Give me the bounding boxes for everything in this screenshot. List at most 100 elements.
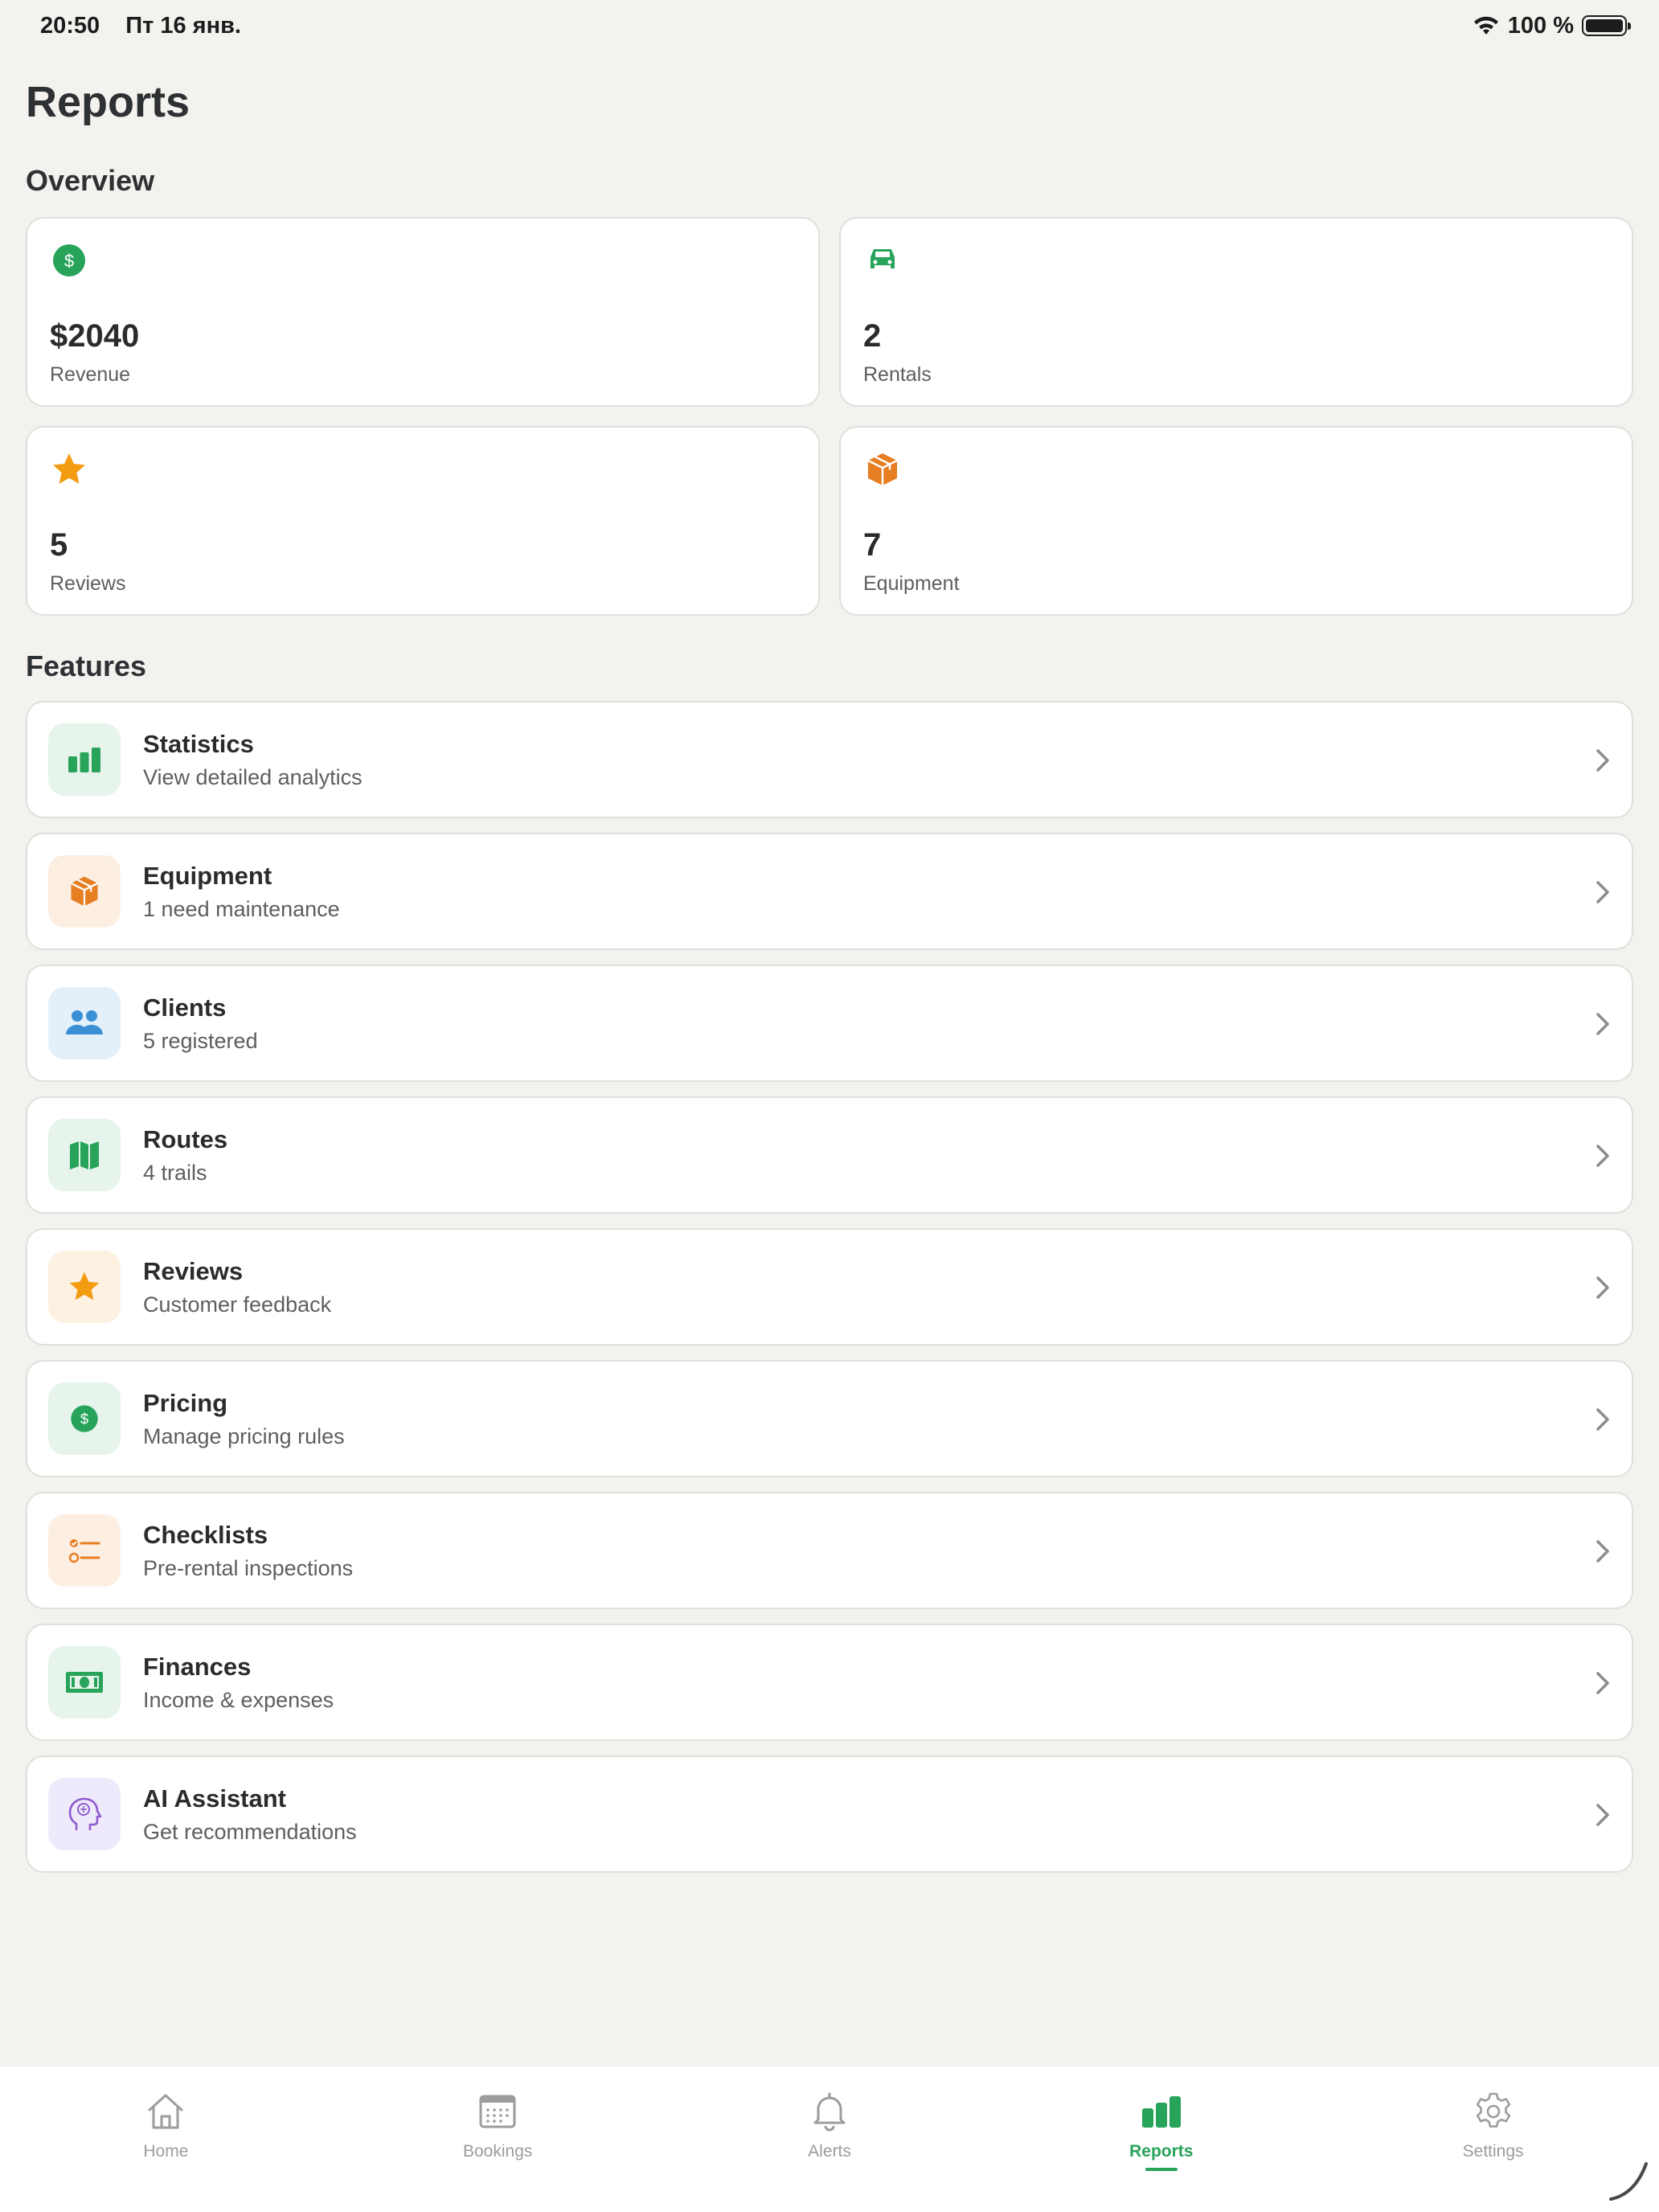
feature-subtitle: Get recommendations [143, 1820, 357, 1844]
feature-row-checklists[interactable]: Checklists Pre-rental inspections [26, 1492, 1633, 1609]
feature-icon-box [48, 1119, 121, 1191]
feature-icon-box [48, 1778, 121, 1850]
corner-gesture-indicator [1609, 2162, 1648, 2201]
star-icon [69, 1272, 100, 1301]
stat-value: $2040 [50, 318, 140, 354]
dollar-circle-icon: $ [71, 1405, 98, 1432]
tab-label: Home [143, 2142, 189, 2161]
feature-title: Routes [143, 1125, 228, 1153]
tab-label: Bookings [463, 2142, 533, 2161]
tab-home[interactable]: Home [0, 2067, 332, 2212]
feature-subtitle: View detailed analytics [143, 765, 363, 789]
feature-title: Pricing [143, 1389, 228, 1417]
feature-icon-box [48, 855, 121, 928]
feature-icon-box [48, 987, 121, 1059]
status-bar: 20:50 Пт 16 янв. 100 % [0, 0, 1659, 51]
feature-title: Clients [143, 993, 227, 1022]
chevron-right-icon [1596, 1145, 1609, 1167]
tab-reports[interactable]: Reports [995, 2067, 1327, 2212]
home-icon [148, 2094, 183, 2129]
bar-chart-icon [68, 748, 100, 772]
stat-card-rentals[interactable]: 2 Rentals [839, 217, 1633, 407]
banknote-icon [66, 1672, 103, 1693]
tab-label: Alerts [808, 2142, 851, 2161]
feature-row-pricing[interactable]: $ Pricing Manage pricing rules [26, 1360, 1633, 1477]
tab-alerts[interactable]: Alerts [664, 2067, 996, 2212]
brain-head-icon [68, 1797, 102, 1830]
gear-icon [1476, 2092, 1510, 2128]
stat-value: 7 [863, 527, 882, 563]
box-icon [867, 453, 898, 485]
feature-row-clients[interactable]: Clients 5 registered [26, 965, 1633, 1082]
stat-label: Revenue [50, 363, 131, 386]
stat-card-reviews[interactable]: 5 Reviews [26, 426, 820, 616]
feature-row-equipment[interactable]: Equipment 1 need maintenance [26, 833, 1633, 950]
chevron-right-icon [1596, 1672, 1609, 1694]
status-date: Пт 16 янв. [125, 12, 241, 39]
stat-label: Rentals [863, 363, 932, 386]
box-icon [70, 876, 99, 907]
feature-title: Finances [143, 1653, 252, 1681]
stat-value: 5 [50, 527, 68, 563]
chevron-right-icon [1596, 1408, 1609, 1431]
map-icon [70, 1141, 99, 1169]
battery-icon [1582, 15, 1631, 36]
tab-bookings[interactable]: Bookings [332, 2067, 664, 2212]
feature-subtitle: 1 need maintenance [143, 897, 340, 921]
svg-text:$: $ [64, 251, 74, 271]
feature-subtitle: 4 trails [143, 1161, 207, 1185]
chevron-right-icon [1596, 749, 1609, 772]
feature-subtitle: Customer feedback [143, 1292, 332, 1317]
feature-row-statistics[interactable]: Statistics View detailed analytics [26, 701, 1633, 818]
feature-row-finances[interactable]: Finances Income & expenses [26, 1624, 1633, 1741]
calendar-icon [479, 2095, 516, 2128]
features-heading: Features [26, 649, 147, 682]
stat-label: Equipment [863, 572, 960, 595]
tab-label: Settings [1462, 2142, 1524, 2161]
chevron-right-icon [1596, 1276, 1609, 1299]
feature-title: Checklists [143, 1521, 268, 1549]
feature-subtitle: Pre-rental inspections [143, 1556, 354, 1580]
people-icon [66, 1010, 103, 1034]
bar-chart-icon [1141, 2096, 1181, 2128]
status-left: 20:50 Пт 16 янв. [40, 13, 260, 39]
wifi-icon [1473, 16, 1498, 35]
feature-subtitle: 5 registered [143, 1029, 258, 1053]
overview-grid: $ $2040 Revenue 2 Rentals 5 Reviews 7 Eq… [26, 217, 1633, 616]
bell-icon [813, 2092, 846, 2132]
dollar-circle-icon: $ [53, 244, 85, 276]
chevron-right-icon [1596, 1013, 1609, 1035]
feature-title: AI Assistant [143, 1784, 287, 1813]
tab-label: Reports [1129, 2142, 1194, 2161]
feature-subtitle: Manage pricing rules [143, 1424, 345, 1448]
battery-percent: 100 % [1507, 12, 1574, 39]
overview-heading: Overview [26, 164, 155, 197]
feature-title: Reviews [143, 1257, 244, 1285]
feature-icon-box [48, 723, 121, 796]
feature-icon-box [48, 1646, 121, 1718]
feature-subtitle: Income & expenses [143, 1688, 334, 1712]
stat-label: Reviews [50, 572, 126, 595]
feature-title: Equipment [143, 862, 272, 890]
chevron-right-icon [1596, 881, 1609, 903]
stat-value: 2 [863, 318, 882, 354]
active-tab-indicator [1145, 2168, 1178, 2171]
svg-text:$: $ [80, 1411, 88, 1428]
star-icon [53, 453, 85, 484]
feature-list: Statistics View detailed analytics Equip… [26, 701, 1633, 1887]
checklist-icon [68, 1539, 100, 1563]
stat-card-equipment[interactable]: 7 Equipment [839, 426, 1633, 616]
tab-bar: Home Bookings Alerts Reports Settings [0, 2066, 1659, 2212]
feature-title: Statistics [143, 730, 254, 758]
status-right: 100 % [1473, 12, 1631, 39]
feature-icon-box [48, 1514, 121, 1587]
feature-row-routes[interactable]: Routes 4 trails [26, 1096, 1633, 1214]
status-time: 20:50 [40, 12, 100, 39]
chevron-right-icon [1596, 1540, 1609, 1563]
feature-icon-box: $ [48, 1382, 121, 1455]
feature-row-ai-assistant[interactable]: AI Assistant Get recommendations [26, 1755, 1633, 1873]
chevron-right-icon [1596, 1804, 1609, 1826]
feature-row-reviews[interactable]: Reviews Customer feedback [26, 1228, 1633, 1346]
page-title: Reports [26, 78, 190, 126]
stat-card-revenue[interactable]: $ $2040 Revenue [26, 217, 820, 407]
